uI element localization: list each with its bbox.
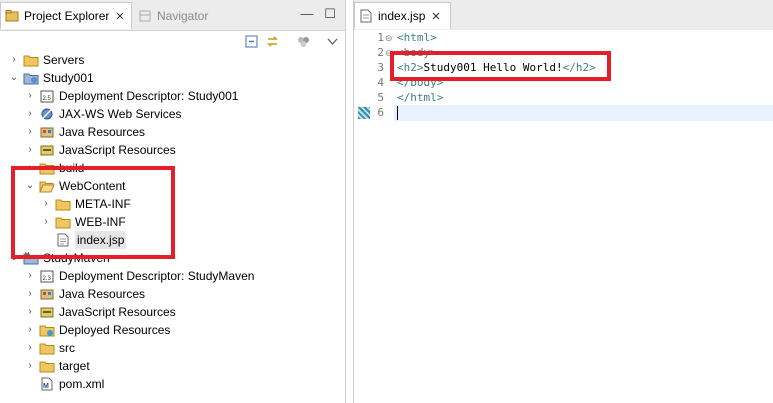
code-editor[interactable]: 1 ⊖ 2 ⊖ 3 4 5 6 <html> <body> <h2>Study0…	[354, 30, 773, 403]
svg-text:M: M	[43, 383, 49, 390]
folder-icon	[39, 343, 55, 355]
line-number: 3	[377, 61, 384, 74]
tab-index-jsp-label: index.jsp	[378, 9, 426, 23]
tree-item-label: JavaScript Resources	[59, 143, 176, 157]
tree-item-study001[interactable]: ⌄ Study001	[8, 69, 94, 87]
tree-item-java-resources[interactable]: › Java Resources	[24, 123, 145, 141]
link-with-editor-icon[interactable]	[265, 34, 280, 49]
tab-project-explorer-label: Project Explorer	[24, 9, 110, 23]
highlight-box-webcontent	[11, 166, 175, 259]
code-tag: <html>	[397, 31, 437, 44]
chevron-down-icon[interactable]: ⌄	[8, 72, 20, 84]
tree-item-label: Deployment Descriptor: Study001	[59, 89, 239, 103]
tree-item-label: Study001	[43, 71, 94, 85]
tree-item-deployment-descriptor-maven[interactable]: › 2.3 Deployment Descriptor: StudyMaven	[24, 267, 254, 285]
tree-item-jaxws[interactable]: › JAX-WS Web Services	[24, 105, 181, 123]
tree-item-pom-xml[interactable]: M pom.xml	[24, 375, 104, 393]
deployed-resources-icon	[39, 325, 55, 337]
close-icon[interactable]: ✕	[431, 10, 440, 23]
project-explorer-icon	[5, 10, 19, 22]
folder-icon	[23, 55, 39, 67]
tree-item-label: Deployment Descriptor: StudyMaven	[59, 269, 255, 283]
maven-pom-icon: M	[41, 377, 53, 391]
tree-item-target[interactable]: › target	[24, 357, 90, 375]
javascript-resources-icon	[40, 307, 54, 318]
fold-collapse-icon[interactable]: ⊖	[385, 30, 394, 46]
tree-item-label: Java Resources	[59, 125, 146, 139]
tree-item-label: pom.xml	[59, 377, 105, 391]
tree-item-label: Deployed Resources	[59, 323, 171, 337]
jsp-file-icon	[360, 9, 372, 23]
chevron-right-icon[interactable]: ›	[24, 126, 36, 138]
chevron-right-icon[interactable]: ›	[8, 54, 20, 66]
web-services-icon	[41, 108, 53, 120]
tab-navigator[interactable]: Navigator	[134, 2, 224, 29]
chevron-right-icon[interactable]: ›	[24, 324, 36, 336]
navigator-icon	[139, 10, 151, 21]
editor-tabbar: index.jsp ✕	[354, 0, 773, 31]
highlight-box-h2-line	[390, 51, 611, 81]
chevron-right-icon[interactable]: ›	[24, 270, 36, 282]
chevron-right-icon[interactable]: ›	[24, 306, 36, 318]
filter-icon[interactable]	[296, 34, 311, 49]
tree-item-label: JAX-WS Web Services	[59, 107, 182, 121]
explorer-toolbar	[0, 31, 345, 51]
maximize-button[interactable]: ☐	[323, 7, 337, 21]
tab-navigator-label: Navigator	[157, 8, 209, 23]
tab-project-explorer[interactable]: Project Explorer ✕	[0, 2, 132, 29]
close-icon[interactable]: ✕	[115, 10, 124, 23]
chevron-right-icon[interactable]: ›	[24, 90, 36, 102]
tree-item-label: JavaScript Resources	[59, 305, 176, 319]
code-tag: </html>	[397, 91, 444, 104]
svg-text:2.3: 2.3	[43, 276, 52, 282]
web-project-icon	[23, 73, 39, 85]
tree-item-java-resources-maven[interactable]: › Java Resources	[24, 285, 145, 303]
deployment-descriptor-icon: 2.3	[40, 270, 54, 283]
collapse-all-icon[interactable]	[244, 34, 259, 49]
tree-item-label: Java Resources	[59, 287, 146, 301]
line-number: 4	[377, 76, 384, 89]
java-resources-icon	[40, 127, 54, 138]
java-resources-icon	[40, 289, 54, 300]
line-number: 6	[377, 106, 384, 119]
line-number: 1	[377, 31, 384, 44]
tree-item-javascript-resources[interactable]: › JavaScript Resources	[24, 141, 176, 159]
chevron-right-icon[interactable]: ›	[24, 360, 36, 372]
text-caret	[397, 106, 398, 120]
tab-index-jsp[interactable]: index.jsp ✕	[354, 2, 451, 29]
tree-item-deployment-descriptor[interactable]: › 2.5 Deployment Descriptor: Study001	[24, 87, 238, 105]
chevron-right-icon[interactable]: ›	[24, 342, 36, 354]
tree-item-label: target	[59, 359, 90, 373]
minimize-button[interactable]: —	[300, 7, 314, 21]
code-line-1: <html>	[397, 30, 437, 46]
view-menu-icon[interactable]	[325, 34, 340, 49]
tree-item-servers[interactable]: › Servers	[8, 51, 84, 69]
javascript-resources-icon	[40, 145, 54, 156]
code-line-5: </html>	[397, 90, 443, 106]
project-explorer-pane: Project Explorer ✕ Navigator — ☐ › Serve…	[0, 0, 346, 403]
left-tabbar: Project Explorer ✕ Navigator — ☐	[0, 0, 345, 31]
chevron-right-icon[interactable]: ›	[24, 108, 36, 120]
editor-pane: index.jsp ✕ 1 ⊖ 2 ⊖ 3 4 5 6 <html> <body…	[353, 0, 773, 403]
deployment-descriptor-icon: 2.5	[40, 90, 54, 103]
line-number: 2	[377, 46, 384, 59]
svg-text:2.5: 2.5	[43, 96, 52, 102]
line-number-gutter: 1 ⊖ 2 ⊖ 3 4 5 6	[354, 30, 394, 403]
tree-item-src[interactable]: › src	[24, 339, 75, 357]
chevron-right-icon[interactable]: ›	[24, 144, 36, 156]
folder-icon	[39, 361, 55, 373]
current-line-highlight	[394, 105, 773, 121]
tree-item-label: src	[59, 341, 75, 355]
tree-item-javascript-resources-maven[interactable]: › JavaScript Resources	[24, 303, 176, 321]
line-number: 5	[377, 91, 384, 104]
chevron-right-icon[interactable]: ›	[24, 288, 36, 300]
tree-item-label: Servers	[43, 53, 85, 67]
tree-item-deployed-resources[interactable]: › Deployed Resources	[24, 321, 170, 339]
